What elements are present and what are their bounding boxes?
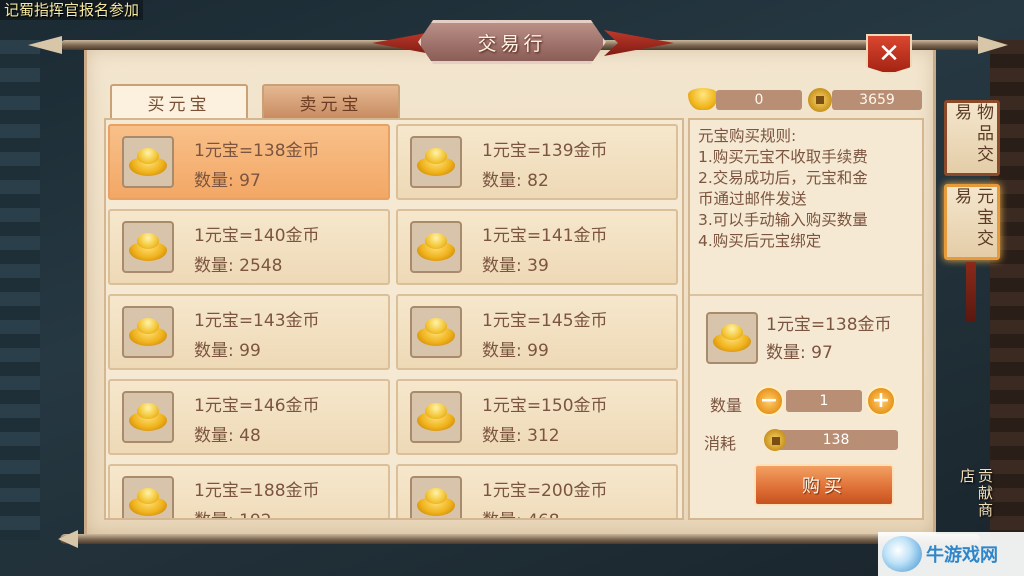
window-title: 交易行 bbox=[418, 20, 606, 64]
gold-ingot-icon bbox=[122, 476, 174, 518]
gold-balance: 3659 bbox=[832, 90, 922, 110]
gold-ingot-icon bbox=[410, 476, 462, 518]
listing-card[interactable]: 1元宝=138金币 数量: 97 bbox=[108, 124, 390, 200]
copper-coin-icon bbox=[764, 429, 786, 451]
side-tab-item-trade[interactable]: 物品交易 bbox=[944, 100, 1000, 176]
listing-card[interactable]: 1元宝=140金币 数量: 2548 bbox=[108, 209, 390, 285]
cost-value: 138 bbox=[774, 430, 898, 450]
selected-rate: 1元宝=138金币 bbox=[766, 315, 892, 335]
rule-line: 3.可以手动输入购买数量 bbox=[698, 211, 868, 229]
listing-card[interactable]: 1元宝=150金币 数量: 312 bbox=[396, 379, 678, 455]
gold-ingot-icon bbox=[410, 136, 462, 188]
listing-card[interactable]: 1元宝=143金币 数量: 99 bbox=[108, 294, 390, 370]
rule-line: 1.购买元宝不收取手续费 bbox=[698, 148, 868, 166]
listing-rate: 1元宝=139金币 bbox=[482, 141, 608, 161]
listing-qty: 数量: 82 bbox=[482, 171, 549, 191]
listing-rate: 1元宝=146金币 bbox=[194, 396, 320, 416]
rule-line: 4.购买后元宝绑定 bbox=[698, 232, 822, 250]
listing-qty: 数量: 99 bbox=[482, 341, 549, 361]
listing-qty: 数量: 48 bbox=[194, 426, 261, 446]
tab-buy-yuanbao[interactable]: 买元宝 bbox=[110, 84, 248, 118]
buy-button[interactable]: 购买 bbox=[754, 464, 894, 506]
listing-rate: 1元宝=141金币 bbox=[482, 226, 608, 246]
cost-label: 消耗 bbox=[704, 434, 737, 453]
scroll-rod-bottom bbox=[60, 534, 980, 544]
tab-sell-yuanbao[interactable]: 卖元宝 bbox=[262, 84, 400, 118]
quantity-label: 数量 bbox=[710, 396, 743, 415]
listing-rate: 1元宝=188金币 bbox=[194, 481, 320, 501]
listing-card[interactable]: 1元宝=145金币 数量: 99 bbox=[396, 294, 678, 370]
listing-rate: 1元宝=150金币 bbox=[482, 396, 608, 416]
decrease-quantity-button[interactable]: − bbox=[754, 386, 784, 416]
listing-rate: 1元宝=200金币 bbox=[482, 481, 608, 501]
listing-qty: 数量: 468 bbox=[482, 506, 560, 518]
side-tab-yuanbao-trade[interactable]: 元宝交易 bbox=[944, 184, 1000, 260]
listing-qty: 数量: 99 bbox=[194, 341, 261, 361]
listing-qty: 数量: 2548 bbox=[194, 256, 283, 276]
watermark-text: 牛游戏网 bbox=[926, 545, 998, 566]
listing-qty: 数量: 312 bbox=[482, 426, 560, 446]
quantity-input[interactable] bbox=[786, 390, 862, 412]
top-notice: 记蜀指挥官报名参加 bbox=[0, 0, 144, 20]
close-icon: ✕ bbox=[878, 39, 900, 69]
gold-ingot-icon bbox=[410, 391, 462, 443]
listing-rate: 1元宝=143金币 bbox=[194, 311, 320, 331]
background-scene-left bbox=[0, 40, 40, 540]
close-button[interactable]: ✕ bbox=[866, 34, 912, 74]
yuanbao-balance: 0 bbox=[716, 90, 802, 110]
rod-tip-right bbox=[978, 36, 1008, 54]
rule-line: 币通过邮件发送 bbox=[698, 190, 807, 208]
listing-rate: 1元宝=140金币 bbox=[194, 226, 320, 246]
listing-rate: 1元宝=145金币 bbox=[482, 311, 608, 331]
gold-ingot-icon bbox=[706, 312, 758, 364]
tassel-decoration bbox=[966, 262, 976, 322]
watermark-logo-icon bbox=[882, 536, 922, 572]
gold-ingot-icon bbox=[122, 306, 174, 358]
listing-card[interactable]: 1元宝=141金币 数量: 39 bbox=[396, 209, 678, 285]
increase-quantity-button[interactable]: + bbox=[866, 386, 896, 416]
selected-qty: 数量: 97 bbox=[766, 343, 833, 363]
rule-line: 2.交易成功后，元宝和金 bbox=[698, 169, 868, 187]
rules-title: 元宝购买规则: bbox=[698, 127, 797, 145]
listing-card[interactable]: 1元宝=188金币 数量: 192 bbox=[108, 464, 390, 518]
plus-icon: + bbox=[871, 388, 891, 413]
listing-qty: 数量: 192 bbox=[194, 506, 272, 518]
side-tab-contribution-shop[interactable]: 贡献商店 bbox=[954, 468, 998, 532]
rod-tip-left bbox=[28, 36, 62, 54]
gold-ingot-icon bbox=[410, 221, 462, 273]
listing-card[interactable]: 1元宝=146金币 数量: 48 bbox=[108, 379, 390, 455]
divider bbox=[690, 294, 922, 296]
minus-icon: − bbox=[759, 388, 779, 413]
gold-ingot-icon bbox=[122, 391, 174, 443]
gold-ingot-icon bbox=[410, 306, 462, 358]
listing-qty: 数量: 39 bbox=[482, 256, 549, 276]
rod-tip-bottom-left bbox=[58, 530, 78, 548]
copper-coin-icon bbox=[808, 88, 832, 112]
listing-qty: 数量: 97 bbox=[194, 171, 261, 191]
listing-grid[interactable]: 1元宝=138金币 数量: 97 1元宝=139金币 数量: 82 1元宝=14… bbox=[104, 118, 684, 520]
watermark: 牛游戏网 bbox=[878, 532, 1024, 576]
listing-card[interactable]: 1元宝=200金币 数量: 468 bbox=[396, 464, 678, 518]
rules-and-purchase-panel: 元宝购买规则: 1.购买元宝不收取手续费 2.交易成功后，元宝和金 币通过邮件发… bbox=[688, 118, 924, 520]
listing-rate: 1元宝=138金币 bbox=[194, 141, 320, 161]
gold-ingot-icon bbox=[122, 221, 174, 273]
gold-ingot-icon bbox=[122, 136, 174, 188]
listing-card[interactable]: 1元宝=139金币 数量: 82 bbox=[396, 124, 678, 200]
